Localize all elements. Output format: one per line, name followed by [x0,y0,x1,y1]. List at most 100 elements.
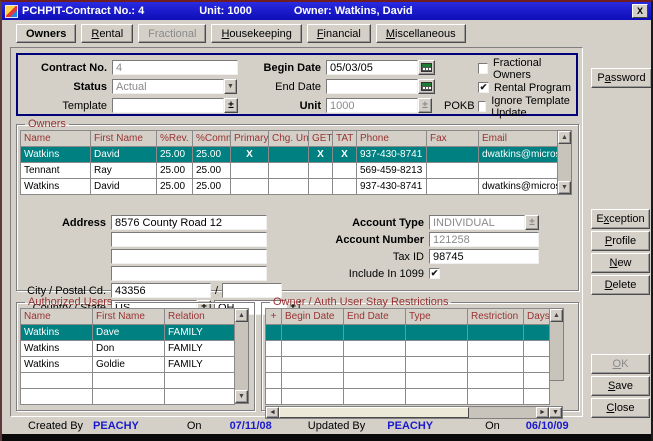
template-field[interactable] [112,98,224,113]
close-icon[interactable]: X [632,4,648,18]
stay-restrictions-grid: + Begin Date End Date Type Restriction D… [265,308,550,405]
tax-id-label: Tax ID [325,251,429,263]
close-button[interactable]: Close [591,398,650,418]
updated-by-value: PEACHY [387,420,433,432]
contract-window: PCHPIT-Contract No.: 4 Unit: 1000 Owner:… [0,0,653,441]
address-line2-field[interactable] [111,232,267,247]
title-owner: Owner: Watkins, David [294,5,413,17]
tax-id-field[interactable]: 98745 [429,249,539,264]
delete-button[interactable]: Delete [591,275,650,295]
tab-miscellaneous[interactable]: Miscellaneous [376,24,466,43]
tab-housekeeping[interactable]: Housekeeping [211,24,301,43]
title-unit: Unit: 1000 [199,5,252,17]
tab-fractional: Fractional [138,24,206,43]
account-number-field: 121258 [429,232,539,247]
window-bottom-edge [2,434,651,441]
owner-row-selected[interactable]: Watkins David 25.00 25.00 X X X 937-430-… [21,147,558,163]
title-bar: PCHPIT-Contract No.: 4 Unit: 1000 Owner:… [2,2,651,20]
status-dropdown-icon: ▼ [224,79,237,94]
template-label: Template [22,100,112,112]
include-1099-checkbox[interactable]: ✔ [429,268,440,279]
unit-lov-icon: ± [418,98,432,113]
contract-no-field: 4 [112,60,238,75]
updated-on-value: 06/10/09 [526,420,569,432]
audit-footer: Created By PEACHY On 07/11/08 Updated By… [28,420,569,432]
unit-label: Unit [260,100,326,112]
app-icon [5,5,18,18]
scroll-left-icon[interactable]: ◄ [266,407,279,418]
scroll-up-icon[interactable]: ▲ [550,309,563,322]
created-by-label: Created By [28,420,83,432]
scroll-up-icon[interactable]: ▲ [558,131,571,144]
status-select: Actual [112,79,224,94]
owner-row[interactable]: Watkins David 25.00 25.00 937-430-8741 d… [21,179,558,195]
restrictions-hscrollbar[interactable]: ◄ ► ▼ [265,406,563,419]
account-type-label: Account Type [325,217,429,229]
scroll-up-icon[interactable]: ▲ [235,309,248,322]
created-by-value: PEACHY [93,420,139,432]
scroll-right-icon[interactable]: ► [536,407,549,418]
updated-on-label: On [485,420,500,432]
ok-button: OK [591,354,650,374]
updated-by-label: Updated By [308,420,365,432]
auth-grid-header: Name First Name Relation [21,309,235,325]
owners-grid-scrollbar[interactable]: ▲ ▼ [558,130,572,195]
fractional-owners-checkbox[interactable] [478,63,488,74]
owner-row[interactable]: Tennant Ray 25.00 25.00 569-459-8213 [21,163,558,179]
address-label: Address [23,217,111,229]
begin-date-field[interactable]: 05/03/05 [326,60,418,75]
restriction-row-empty[interactable] [266,373,550,389]
owners-grid-header: Name First Name %Rev. %Comm Primary Chg.… [21,131,558,147]
template-lov-icon[interactable]: ± [224,98,238,113]
owners-group: Owners Name First Name %Rev. %Comm Prima… [16,118,579,291]
stay-restrictions-legend: Owner / Auth User Stay Restrictions [270,296,451,308]
scroll-down-icon[interactable]: ▼ [558,181,571,194]
restrictions-vscrollbar[interactable]: ▲ [550,308,564,381]
profile-button[interactable]: Profile [591,231,650,251]
begin-date-calendar-icon[interactable] [418,60,435,75]
scroll-down-icon[interactable]: ▼ [549,407,562,418]
tab-owners[interactable]: Owners [16,24,76,43]
auth-user-row-empty[interactable] [21,389,235,405]
created-on-value: 07/11/08 [230,420,272,432]
fractional-owners-label: Fractional Owners [493,57,572,81]
city-postal-separator: / [215,285,218,297]
auth-user-row[interactable]: Watkins Goldie FAMILY [21,357,235,373]
restriction-row-empty[interactable] [266,341,550,357]
auth-user-row[interactable]: Watkins Don FAMILY [21,341,235,357]
tab-bar: Owners Rental Fractional Housekeeping Fi… [16,24,466,44]
address-line3-field[interactable] [111,249,267,264]
rental-program-checkbox[interactable]: ✔ [478,82,489,93]
begin-date-label: Begin Date [260,62,326,74]
created-on-label: On [187,420,202,432]
restriction-row-empty[interactable] [266,389,550,405]
auth-user-row-selected[interactable]: Watkins Dave FAMILY [21,325,235,341]
contract-header-form: Contract No. 4 Status Actual ▼ Template … [16,53,578,116]
address-line1-field[interactable]: 8576 County Road 12 [111,215,267,230]
window-title: PCHPIT-Contract No.: 4 [22,5,144,17]
new-button[interactable]: New [591,253,650,273]
authorized-users-legend: Authorized Users [25,296,115,308]
stay-restrictions-group: Owner / Auth User Stay Restrictions + Be… [261,296,579,411]
tab-rental[interactable]: Rental [81,24,133,43]
owners-tab-panel: Contract No. 4 Status Actual ▼ Template … [10,47,583,417]
end-date-field[interactable] [326,79,418,94]
password-button[interactable]: Password [591,68,652,88]
address-line4-field[interactable] [111,266,267,281]
status-label: Status [22,81,112,93]
tab-financial[interactable]: Financial [307,24,371,43]
exception-button[interactable]: Exception [591,209,650,229]
hscroll-thumb[interactable] [279,407,469,418]
end-date-calendar-icon[interactable] [418,79,435,94]
save-button[interactable]: Save [591,376,650,396]
account-type-lov-icon: ± [525,215,539,230]
end-date-label: End Date [260,81,326,93]
restriction-row-empty[interactable] [266,357,550,373]
unit-field: 1000 [326,98,418,113]
ignore-template-update-checkbox[interactable] [478,101,486,112]
scroll-down-icon[interactable]: ▼ [235,390,248,403]
owners-legend: Owners [25,118,69,130]
restriction-row-selected[interactable] [266,325,550,341]
auth-users-scrollbar[interactable]: ▲ ▼ [235,308,249,404]
auth-user-row-empty[interactable] [21,373,235,389]
